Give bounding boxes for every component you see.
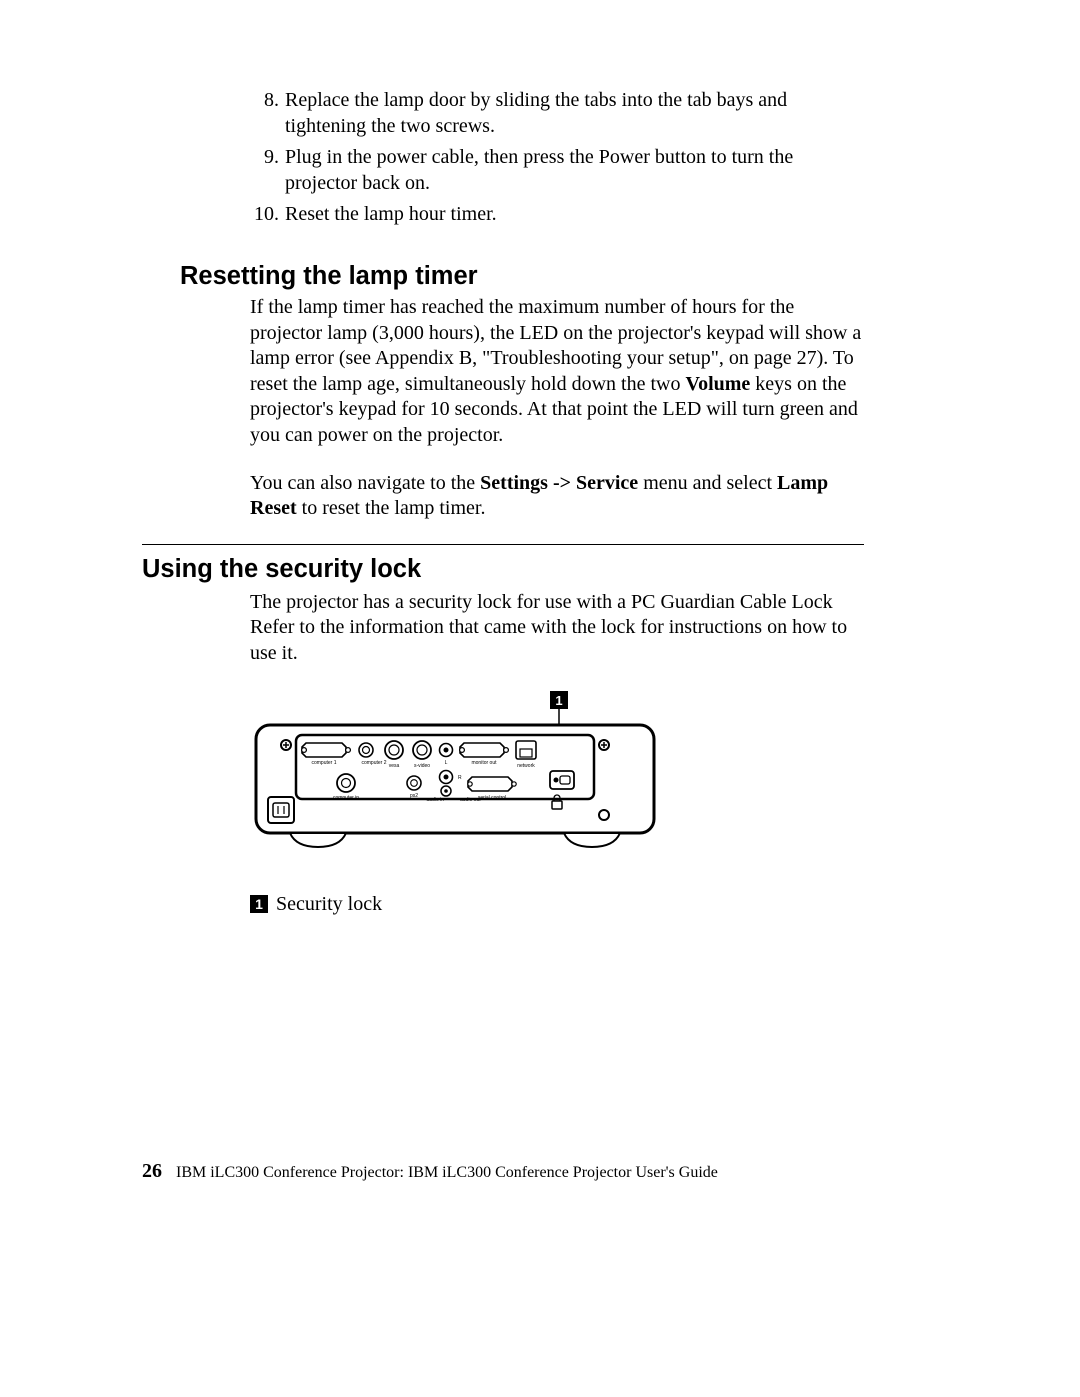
text-fragment: You can also navigate to the: [250, 472, 480, 494]
page-footer: 26 IBM iLC300 Conference Projector: IBM i…: [142, 1160, 718, 1183]
label-L: L: [445, 760, 448, 766]
step-8: Replace the lamp door by sliding the tab…: [285, 88, 864, 139]
projector-rear-svg: 1: [250, 689, 670, 879]
label-monitor-out: monitor out: [471, 760, 497, 766]
text-fragment: menu and select: [638, 472, 777, 494]
heading-security-lock: Using the security lock: [142, 555, 864, 584]
label-network: network: [517, 763, 535, 769]
label-audio-in: audio in: [426, 797, 444, 803]
callout-marker-1: 1: [555, 693, 562, 708]
step-9: Plug in the power cable, then press the …: [285, 145, 864, 196]
callout-label-1: Security lock: [276, 893, 382, 915]
label-computer2: computer 2: [361, 760, 386, 766]
lock-paragraph: The projector has a security lock for us…: [250, 590, 864, 667]
text-fragment: to reset the lamp timer.: [297, 497, 486, 519]
reset-paragraph-2: You can also navigate to the Settings ->…: [250, 471, 864, 522]
label-svideo: s-video: [414, 763, 430, 769]
label-vesa: vesa: [389, 763, 400, 769]
page-number: 26: [142, 1160, 162, 1182]
label-computer1: computer 1: [311, 760, 336, 766]
section-rule: [142, 544, 864, 545]
footer-text: IBM iLC300 Conference Projector: IBM iLC…: [176, 1164, 718, 1181]
step-10: Reset the lamp hour timer.: [285, 202, 864, 228]
label-ps2: ps2: [410, 793, 418, 799]
callout-legend: 1 Security lock: [250, 893, 864, 916]
reset-paragraph-1: If the lamp timer has reached the maximu…: [250, 295, 864, 449]
bold-settings-service: Settings -> Service: [480, 472, 638, 494]
step-list: Replace the lamp door by sliding the tab…: [142, 88, 864, 228]
label-R: R: [458, 775, 462, 781]
label-serial-control: serial control: [478, 795, 506, 801]
projector-rear-figure: 1: [250, 689, 864, 879]
label-computer-in: computer in: [333, 795, 359, 801]
callout-number-1: 1: [250, 895, 268, 913]
bold-volume: Volume: [685, 373, 750, 395]
heading-resetting-lamp-timer: Resetting the lamp timer: [180, 262, 864, 291]
